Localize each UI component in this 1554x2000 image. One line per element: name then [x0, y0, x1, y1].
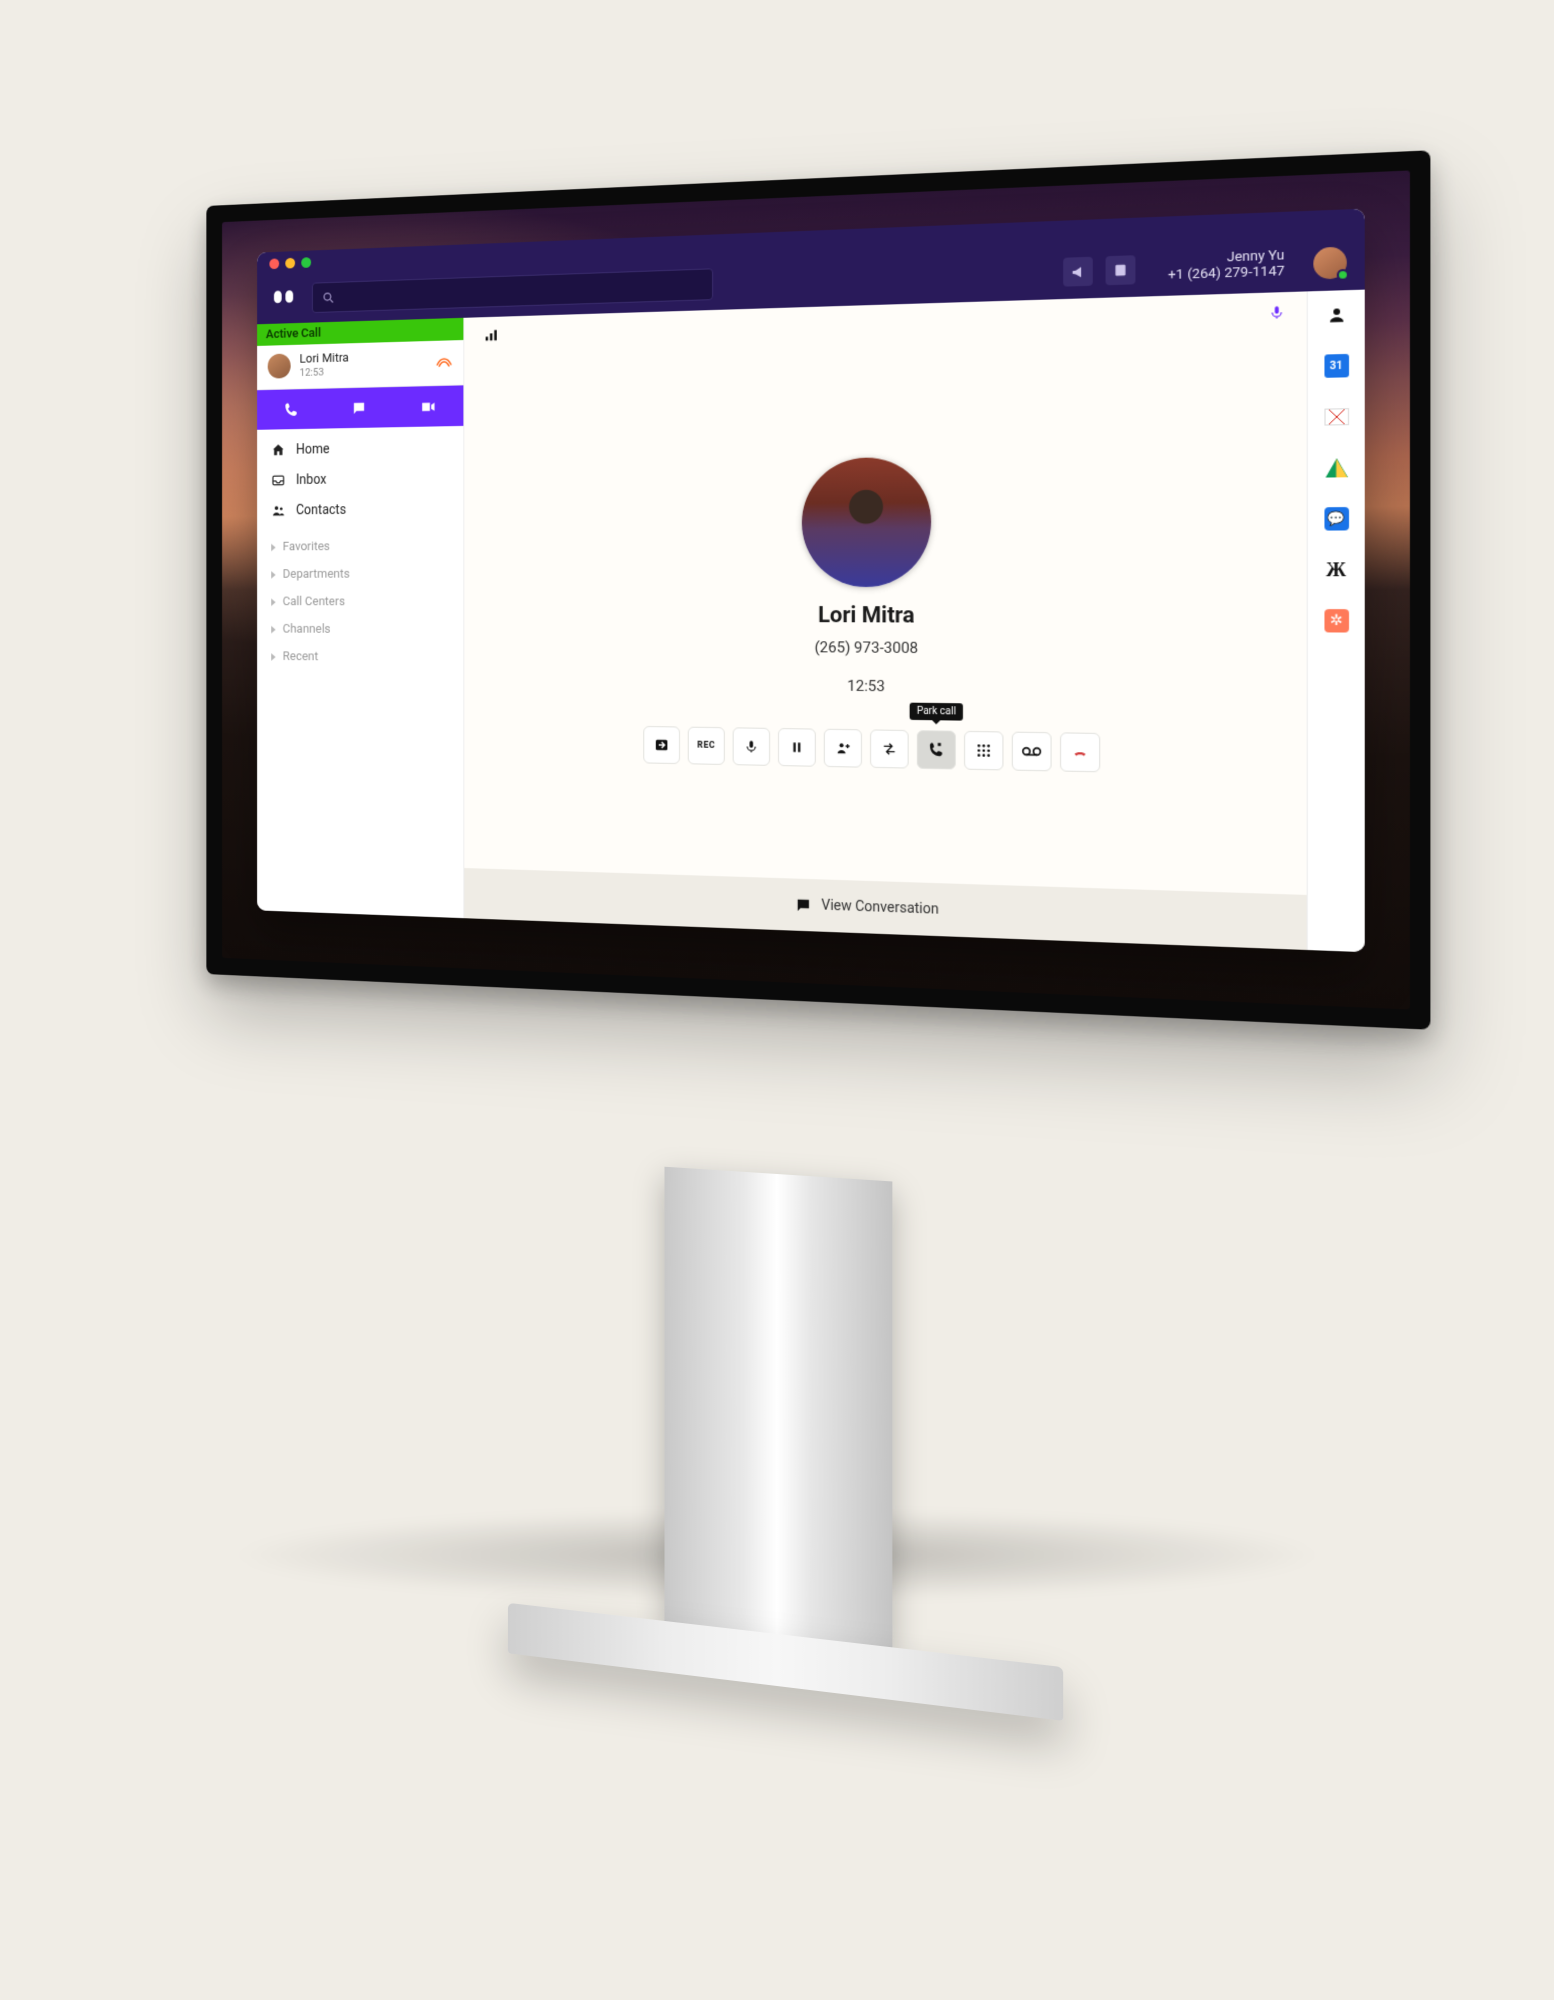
gmail-icon[interactable]: [1322, 403, 1351, 431]
group-departments[interactable]: Departments: [257, 560, 463, 588]
call-toolbar: REC: [643, 725, 1100, 771]
mute-button[interactable]: [733, 727, 770, 766]
app-logo[interactable]: [271, 285, 296, 312]
google-chat-icon[interactable]: 💬: [1322, 505, 1351, 533]
tooltip: Park call: [910, 702, 964, 720]
google-calendar-icon[interactable]: 31: [1322, 352, 1351, 380]
flip-call-button[interactable]: [643, 725, 680, 763]
nav-contacts[interactable]: Contacts: [257, 493, 463, 525]
active-call-item[interactable]: Lori Mitra 12:53: [257, 340, 463, 390]
call-panel: Lori Mitra (265) 973-3008 12:53 REC: [464, 291, 1306, 950]
nav-label: Inbox: [296, 472, 326, 488]
maximize-icon[interactable]: [301, 257, 311, 268]
active-call-icon: [436, 355, 453, 369]
quick-actions: [257, 385, 463, 429]
call-duration: 12:53: [847, 676, 885, 695]
record-button[interactable]: REC: [688, 726, 725, 764]
group-channels[interactable]: Channels: [257, 615, 463, 644]
nav-label: Contacts: [296, 502, 346, 518]
integrations-rail: 31 💬 Ж ✲: [1307, 290, 1365, 953]
google-drive-icon[interactable]: [1322, 454, 1351, 482]
announcements-icon[interactable]: [1063, 257, 1093, 287]
profile-icon[interactable]: [1322, 301, 1351, 329]
user-name-label: Jenny Yu: [1168, 249, 1285, 269]
user-number-label: +1 (264) 279-1147: [1168, 265, 1285, 285]
search-input[interactable]: [312, 268, 713, 313]
phone-button[interactable]: [257, 389, 325, 430]
monitor: Jenny Yu +1 (264) 279-1147 Active Call: [206, 150, 1430, 1029]
desktop-wallpaper: Jenny Yu +1 (264) 279-1147 Active Call: [222, 170, 1410, 1009]
caller-avatar: [268, 353, 291, 378]
dialpad-button[interactable]: [964, 730, 1003, 770]
hangup-button[interactable]: [1060, 732, 1100, 772]
hold-button[interactable]: [778, 728, 816, 767]
avatar[interactable]: [1313, 247, 1346, 280]
add-participant-button[interactable]: [824, 728, 862, 767]
close-icon[interactable]: [269, 258, 279, 269]
hubspot-icon[interactable]: ✲: [1322, 607, 1351, 635]
video-button[interactable]: [394, 385, 464, 427]
contact-name: Lori Mitra: [818, 603, 915, 629]
group-call-centers[interactable]: Call Centers: [257, 588, 463, 616]
nav-inbox[interactable]: Inbox: [257, 463, 463, 496]
nav-home[interactable]: Home: [257, 432, 463, 466]
zendesk-icon[interactable]: Ж: [1322, 556, 1351, 584]
park-call-button[interactable]: Park call: [917, 730, 956, 769]
caller-duration: 12:53: [300, 363, 427, 379]
group-favorites[interactable]: Favorites: [257, 532, 463, 561]
nav: Home Inbox Contacts: [257, 426, 463, 682]
message-button[interactable]: [325, 387, 394, 429]
sidebar: Active Call Lori Mitra 12:53: [257, 318, 464, 918]
transfer-button[interactable]: [870, 729, 909, 768]
group-recent[interactable]: Recent: [257, 643, 463, 672]
nav-label: Home: [296, 442, 330, 458]
notes-icon[interactable]: [1106, 255, 1136, 285]
contact-avatar: [802, 456, 931, 586]
voicemail-button[interactable]: [1012, 731, 1052, 771]
view-conversation-label: View Conversation: [821, 898, 939, 918]
monitor-stand: [508, 1157, 1063, 1721]
contact-number: (265) 973-3008: [815, 638, 919, 657]
signal-icon: [483, 327, 500, 343]
app-window: Jenny Yu +1 (264) 279-1147 Active Call: [257, 209, 1365, 953]
titlebar: [257, 209, 1365, 276]
minimize-icon[interactable]: [285, 257, 295, 268]
presence-indicator: [1337, 269, 1349, 281]
view-conversation-button[interactable]: View Conversation: [464, 868, 1306, 950]
current-user[interactable]: Jenny Yu +1 (264) 279-1147: [1168, 249, 1285, 284]
mic-icon[interactable]: [1269, 303, 1284, 322]
